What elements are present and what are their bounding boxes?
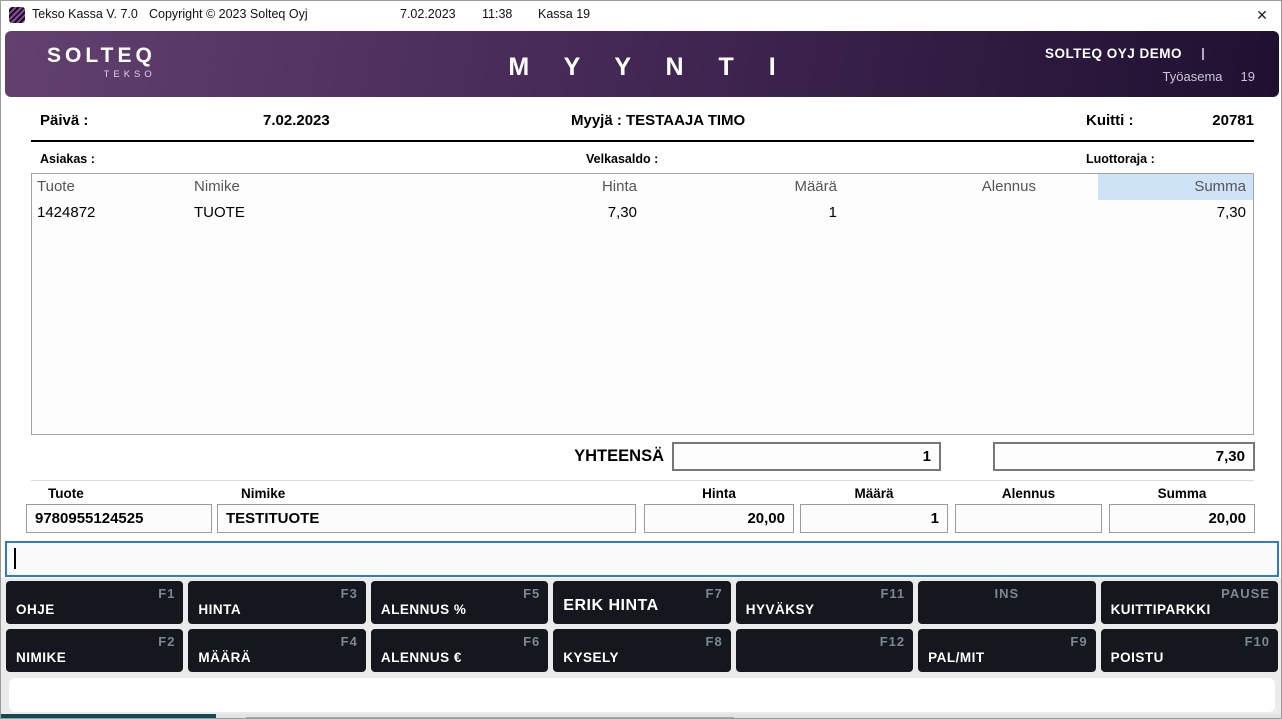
workstation-number: 19 bbox=[1241, 69, 1255, 84]
entry-section-divider bbox=[31, 480, 1254, 481]
discount-field[interactable] bbox=[955, 504, 1102, 533]
workstation-info: Työasema 19 bbox=[1163, 69, 1255, 84]
table-row[interactable]: 1424872 TUOTE 7,30 1 7,30 bbox=[32, 200, 1253, 226]
entry-label-hinta: Hinta bbox=[644, 486, 794, 501]
app-icon bbox=[9, 7, 25, 23]
seller-text: Myyjä : TESTAAJA TIMO bbox=[571, 112, 745, 129]
button-nimike[interactable]: NIMIKE F2 bbox=[6, 629, 183, 672]
line-sum-field[interactable] bbox=[1109, 504, 1255, 533]
column-header-nimike: Nimike bbox=[192, 174, 437, 200]
column-header-alennus: Alennus bbox=[877, 174, 1098, 200]
cell-tuote: 1424872 bbox=[32, 200, 192, 226]
quantity-field[interactable] bbox=[800, 504, 948, 533]
entry-label-tuote: Tuote bbox=[48, 486, 84, 501]
button-f12[interactable]: F12 bbox=[736, 629, 913, 672]
totals-label: YHTEENSÄ bbox=[544, 447, 664, 466]
debt-label: Velkasaldo : bbox=[586, 152, 658, 166]
button-hinta[interactable]: HINTA F3 bbox=[188, 581, 365, 624]
pos-window: Tekso Kassa V. 7.0 Copyright © 2023 Solt… bbox=[0, 0, 1282, 719]
customer-label: Asiakas : bbox=[40, 152, 95, 166]
cell-summa: 7,30 bbox=[1098, 200, 1253, 226]
titlebar-time: 11:38 bbox=[482, 7, 512, 21]
receipt-number: 20781 bbox=[1151, 112, 1254, 129]
company-name: SOLTEQ OYJ DEMO bbox=[1045, 46, 1182, 61]
table-header-row: Tuote Nimike Hinta Määrä Alennus Summa bbox=[32, 174, 1253, 200]
title-bar: Tekso Kassa V. 7.0 Copyright © 2023 Solt… bbox=[1, 1, 1281, 29]
app-header: SOLTEQ TEKSO M Y Y N T I SOLTEQ OYJ DEMO… bbox=[5, 31, 1279, 97]
button-erik-hinta[interactable]: ERIK HINTA F7 bbox=[553, 581, 730, 624]
command-input[interactable] bbox=[5, 541, 1279, 577]
date-label: Päivä : bbox=[40, 112, 88, 129]
receipt-label: Kuitti : bbox=[1086, 112, 1133, 129]
section-divider bbox=[31, 140, 1254, 142]
button-hyvaksy[interactable]: HYVÄKSY F11 bbox=[736, 581, 913, 624]
background-window-strip bbox=[1, 714, 1282, 719]
product-name-field[interactable] bbox=[217, 504, 636, 533]
date-value: 7.02.2023 bbox=[263, 112, 330, 129]
button-ins[interactable]: INS bbox=[918, 581, 1095, 624]
header-cursor-bar bbox=[1202, 48, 1204, 60]
credit-label: Luottoraja : bbox=[1086, 152, 1155, 166]
button-alennus-euro[interactable]: ALENNUS € F6 bbox=[371, 629, 548, 672]
close-icon[interactable]: ✕ bbox=[1251, 5, 1273, 25]
entry-label-summa: Summa bbox=[1109, 486, 1255, 501]
totals-quantity-box: 1 bbox=[672, 442, 941, 471]
function-keypad: OHJE F1 HINTA F3 ALENNUS % F5 ERIK HINTA… bbox=[6, 581, 1278, 672]
button-kysely[interactable]: KYSELY F8 bbox=[553, 629, 730, 672]
column-header-hinta: Hinta bbox=[437, 174, 677, 200]
sales-lines-table: Tuote Nimike Hinta Määrä Alennus Summa 1… bbox=[31, 173, 1254, 435]
column-header-summa: Summa bbox=[1098, 174, 1253, 200]
entry-label-maara: Määrä bbox=[800, 486, 948, 501]
titlebar-date: 7.02.2023 bbox=[400, 7, 456, 21]
button-pal-mit[interactable]: PAL/MIT F9 bbox=[918, 629, 1095, 672]
button-ohje[interactable]: OHJE F1 bbox=[6, 581, 183, 624]
product-code-field[interactable] bbox=[26, 504, 212, 533]
button-poistu[interactable]: POISTU F10 bbox=[1101, 629, 1278, 672]
column-header-tuote: Tuote bbox=[32, 174, 192, 200]
function-key-area: OHJE F1 HINTA F3 ALENNUS % F5 ERIK HINTA… bbox=[1, 578, 1282, 719]
taskbar-fragment bbox=[1, 714, 216, 719]
text-caret bbox=[14, 548, 16, 569]
button-maara[interactable]: MÄÄRÄ F4 bbox=[188, 629, 365, 672]
column-header-maara: Määrä bbox=[677, 174, 877, 200]
cell-hinta: 7,30 bbox=[437, 200, 677, 226]
message-box bbox=[9, 678, 1275, 712]
entry-label-alennus: Alennus bbox=[955, 486, 1102, 501]
titlebar-register: Kassa 19 bbox=[538, 7, 590, 21]
copyright-text: Copyright © 2023 Solteq Oyj bbox=[149, 7, 308, 21]
cell-nimike: TUOTE bbox=[192, 200, 437, 226]
price-field[interactable] bbox=[644, 504, 794, 533]
entry-label-nimike: Nimike bbox=[241, 486, 285, 501]
button-alennus-prosentti[interactable]: ALENNUS % F5 bbox=[371, 581, 548, 624]
cell-maara: 1 bbox=[677, 200, 877, 226]
totals-sum-box: 7,30 bbox=[993, 442, 1255, 471]
cell-alennus bbox=[877, 200, 1098, 226]
button-kuittiparkki[interactable]: KUITTIPARKKI PAUSE bbox=[1101, 581, 1278, 624]
workstation-label: Työasema bbox=[1163, 69, 1223, 84]
window-title: Tekso Kassa V. 7.0 bbox=[32, 7, 138, 21]
